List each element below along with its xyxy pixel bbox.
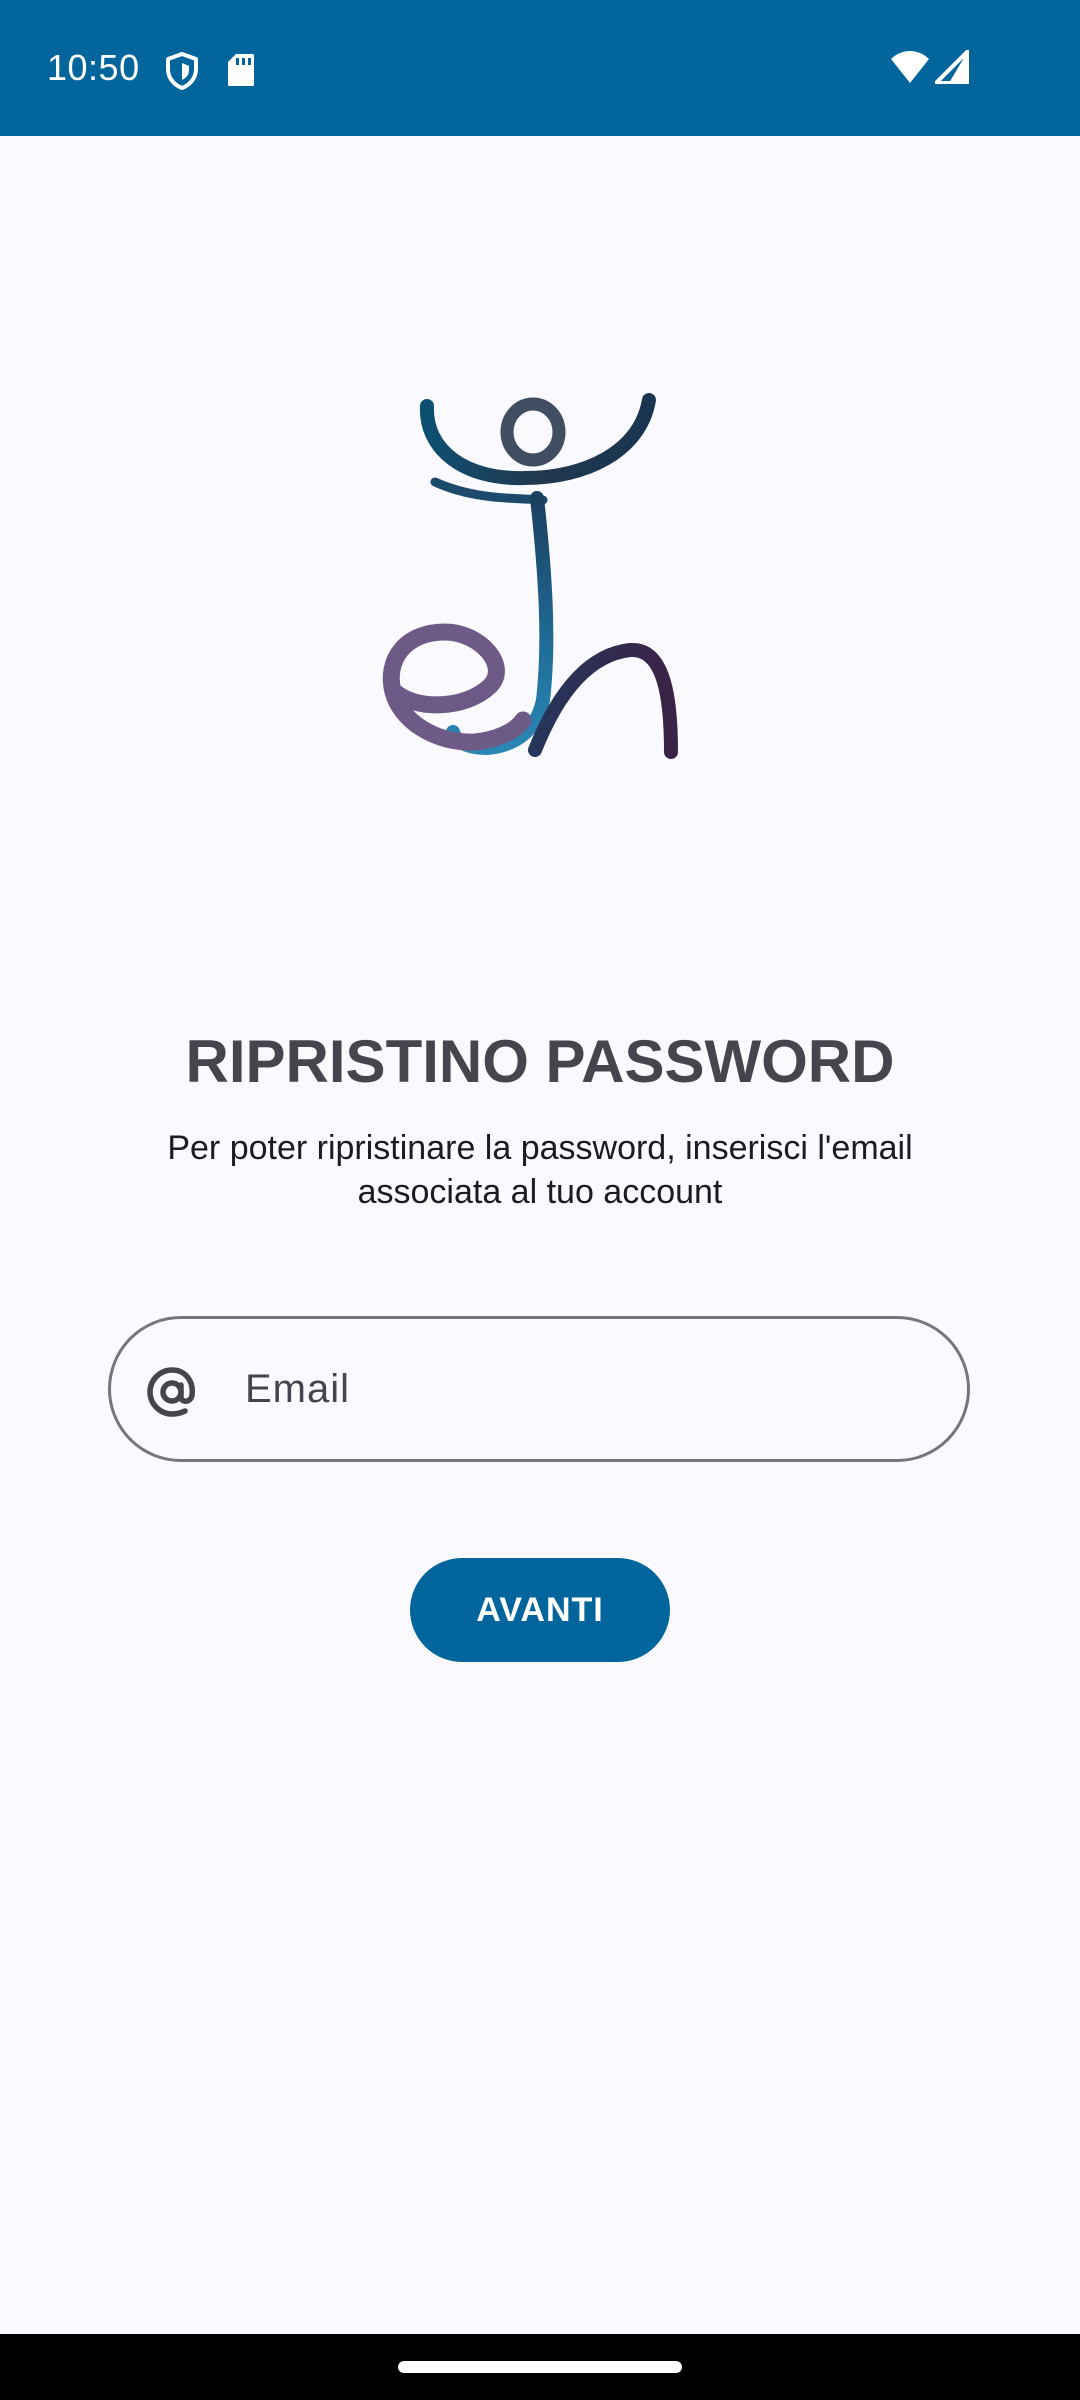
at-icon (147, 1367, 195, 1417)
page-title: RIPRISTINO PASSWORD (185, 1028, 895, 1095)
cell-signal-icon (935, 50, 969, 84)
shield-icon (166, 52, 198, 90)
navigation-bar (0, 2334, 1080, 2400)
app-logo (375, 370, 705, 770)
status-time: 10:50 (47, 47, 140, 88)
sd-card-icon (228, 54, 254, 86)
wifi-icon (891, 51, 929, 83)
email-field[interactable] (108, 1316, 970, 1462)
password-reset-screen: 10:50 RIPRISTINO PASSWORD Per poter ripr… (0, 0, 1080, 2400)
next-button[interactable]: AVANTI (410, 1558, 670, 1662)
status-bar: 10:50 (0, 0, 1080, 136)
email-input[interactable] (245, 1349, 925, 1429)
eh-logo-figure (382, 393, 678, 759)
home-gesture-handle[interactable] (398, 2361, 682, 2373)
page-subtitle: Per poter ripristinare la password, inse… (167, 1129, 913, 1211)
